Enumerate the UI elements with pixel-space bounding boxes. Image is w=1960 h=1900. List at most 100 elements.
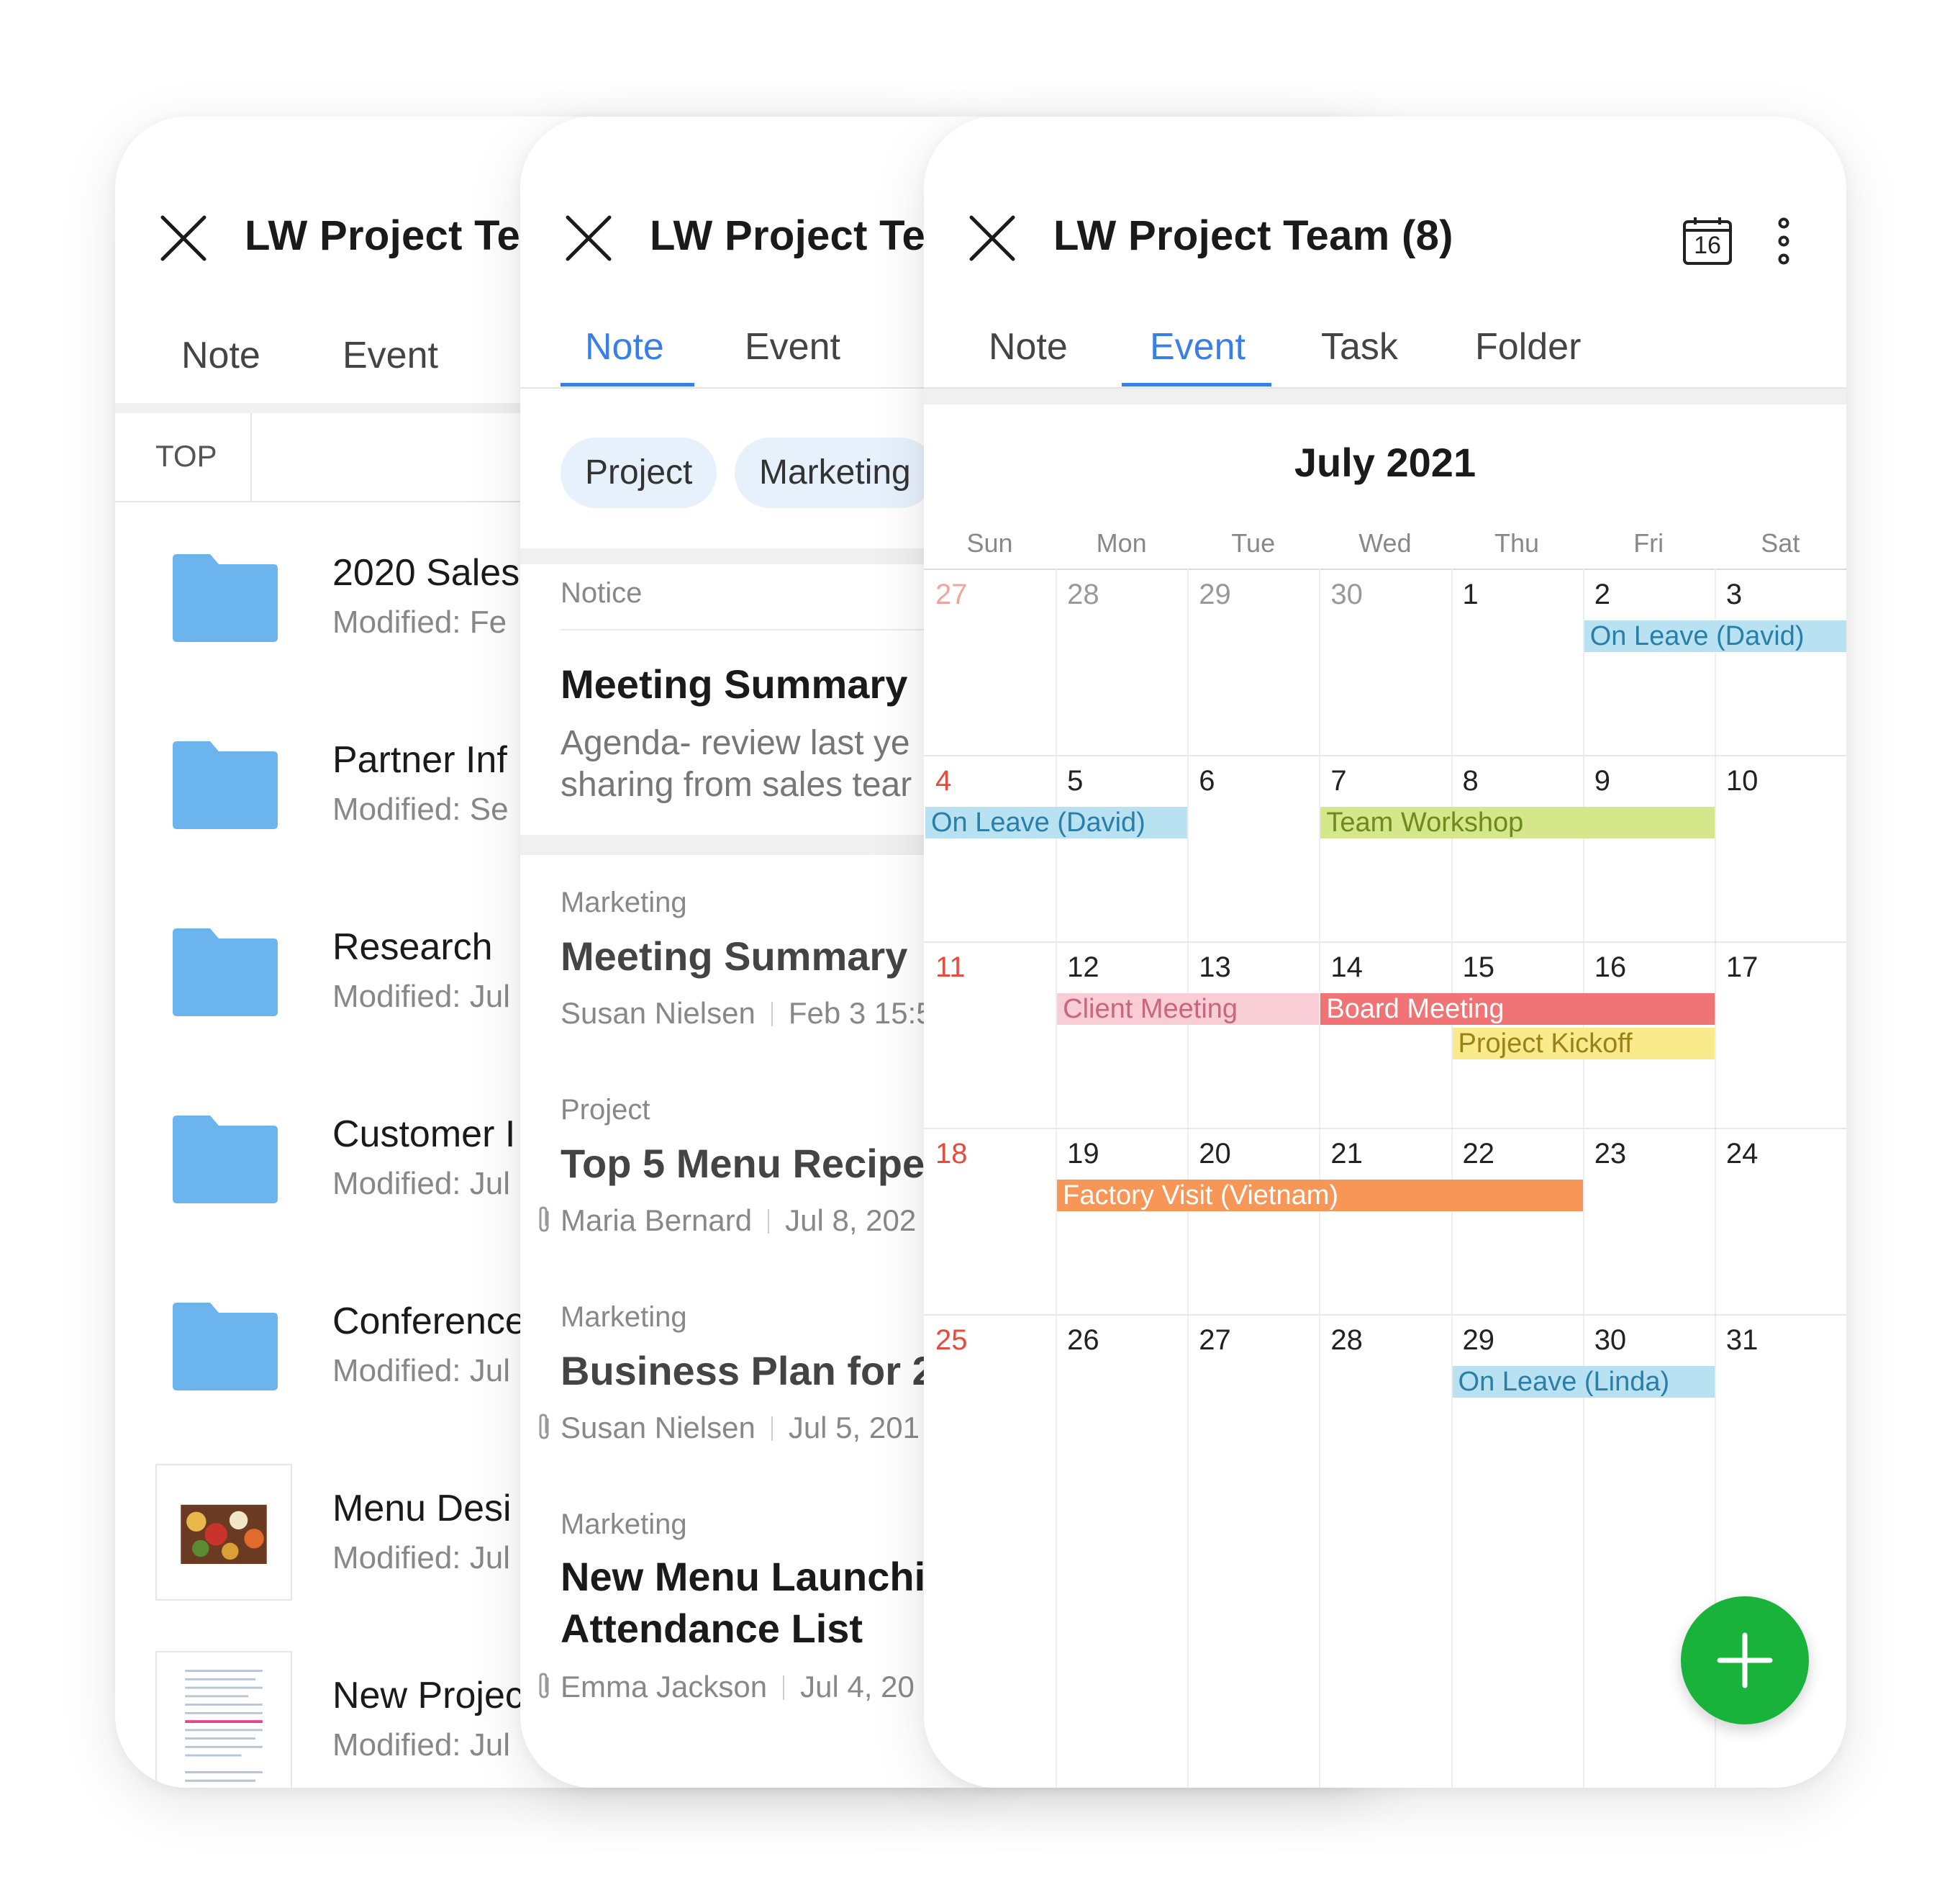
calendar-day[interactable]: 12 — [1067, 951, 1099, 984]
close-icon[interactable] — [967, 213, 1017, 263]
note-category: Marketing — [561, 1301, 687, 1333]
calendar-row-line — [924, 1314, 1846, 1316]
calendar-row-line — [924, 941, 1846, 943]
calendar-day[interactable]: 15 — [1463, 951, 1495, 984]
calendar-day[interactable]: 6 — [1199, 765, 1215, 797]
calendar-day[interactable]: 3 — [1726, 579, 1742, 611]
notice-label: Notice — [561, 577, 643, 609]
note-author: Susan Nielsen — [561, 996, 756, 1030]
item-title: Research — [332, 926, 493, 968]
note-date: Jul 4, 20 — [800, 1670, 915, 1704]
tab-event[interactable]: Event — [745, 325, 840, 368]
paperclip-icon — [535, 1412, 553, 1441]
tab-task[interactable]: Task — [1321, 325, 1398, 368]
item-modified: Modified: Jul — [332, 1540, 511, 1575]
item-title: Partner Inf — [332, 739, 507, 781]
calendar-icon-day: 16 — [1694, 232, 1721, 259]
calendar-day[interactable]: 31 — [1726, 1324, 1759, 1357]
calendar-column-line — [1451, 569, 1453, 1788]
item-modified: Modified: Fe — [332, 605, 507, 640]
document-thumbnail — [155, 1651, 292, 1788]
item-title: Menu Desi — [332, 1488, 512, 1529]
calendar-day[interactable]: 9 — [1594, 765, 1610, 797]
event-bar[interactable]: On Leave (David) — [1584, 620, 1846, 652]
calendar-day[interactable]: 26 — [1067, 1324, 1099, 1357]
weekday-label: Thu — [1494, 528, 1540, 558]
calendar-day[interactable]: 1 — [1463, 579, 1479, 611]
folder-icon — [173, 1303, 278, 1390]
note-preview: sharing from sales tear — [561, 766, 912, 804]
calendar-day[interactable]: 28 — [1330, 1324, 1363, 1357]
active-tab-indicator — [561, 383, 694, 386]
note-author: Emma Jackson — [561, 1670, 768, 1704]
calendar-day[interactable]: 29 — [1199, 579, 1231, 611]
item-title: Customer I — [332, 1113, 516, 1155]
calendar-day[interactable]: 14 — [1330, 951, 1363, 984]
note-title: Attendance List — [561, 1606, 863, 1651]
calendar-column-line — [1056, 569, 1058, 1788]
calendar-day[interactable]: 20 — [1199, 1138, 1231, 1170]
event-bar[interactable]: On Leave (Linda) — [1452, 1366, 1715, 1398]
calendar-day[interactable]: 24 — [1726, 1138, 1759, 1170]
weekday-label: Tue — [1231, 528, 1276, 558]
calendar-day[interactable]: 29 — [1463, 1324, 1495, 1357]
event-bar[interactable]: Project Kickoff — [1452, 1028, 1715, 1059]
calendar-day[interactable]: 11 — [935, 951, 966, 984]
note-date: Jul 8, 202 — [785, 1203, 917, 1237]
weekday-label: Sun — [966, 528, 1013, 558]
calendar-day[interactable]: 8 — [1463, 765, 1479, 797]
tab-note[interactable]: Note — [181, 334, 260, 377]
calendar-day[interactable]: 13 — [1199, 951, 1231, 984]
calendar-day[interactable]: 18 — [935, 1138, 968, 1170]
calendar-day[interactable]: 2 — [1594, 579, 1610, 611]
calendar-day[interactable]: 16 — [1594, 951, 1627, 984]
tab-event[interactable]: Event — [1150, 325, 1246, 368]
event-bar[interactable]: Factory Visit (Vietnam) — [1057, 1180, 1583, 1211]
calendar-icon[interactable]: 16 — [1682, 216, 1733, 266]
weekday-label: Sat — [1761, 528, 1800, 558]
breadcrumb-top: TOP — [155, 439, 217, 473]
calendar-day[interactable]: 25 — [935, 1324, 968, 1357]
add-event-button[interactable] — [1681, 1596, 1809, 1724]
item-title: 2020 Sales — [332, 552, 520, 594]
note-preview: Agenda- review last ye — [561, 724, 910, 762]
filter-chip-marketing[interactable]: Marketing — [735, 438, 935, 508]
event-bar[interactable]: On Leave (David) — [925, 807, 1188, 838]
folder-icon — [173, 1116, 278, 1203]
tab-note[interactable]: Note — [989, 325, 1068, 368]
calendar-day[interactable]: 4 — [935, 765, 951, 797]
page-title: LW Project Team (8) — [1053, 212, 1453, 259]
calendar-day[interactable]: 27 — [935, 579, 968, 611]
tab-note[interactable]: Note — [585, 325, 664, 368]
more-vertical-icon[interactable] — [1773, 217, 1795, 265]
plus-icon — [1717, 1632, 1773, 1688]
calendar-day[interactable]: 10 — [1726, 765, 1759, 797]
calendar-day[interactable]: 5 — [1067, 765, 1083, 797]
item-modified: Modified: Jul — [332, 1727, 511, 1763]
item-modified: Modified: Se — [332, 792, 509, 827]
section-separator — [924, 389, 1846, 404]
calendar-day[interactable]: 17 — [1726, 951, 1759, 984]
breadcrumb[interactable]: TOP — [115, 413, 252, 501]
active-tab-indicator — [1122, 383, 1271, 386]
calendar-day[interactable]: 30 — [1330, 579, 1363, 611]
calendar-day[interactable]: 21 — [1330, 1138, 1363, 1170]
calendar-day[interactable]: 19 — [1067, 1138, 1099, 1170]
event-bar[interactable]: Team Workshop — [1320, 807, 1715, 838]
calendar-day[interactable]: 28 — [1067, 579, 1099, 611]
tab-event[interactable]: Event — [342, 334, 438, 377]
filter-chip-project[interactable]: Project — [561, 438, 717, 508]
tab-folder[interactable]: Folder — [1475, 325, 1581, 368]
event-bar[interactable]: Board Meeting — [1320, 993, 1715, 1025]
calendar-day[interactable]: 30 — [1594, 1324, 1627, 1357]
close-icon[interactable] — [563, 213, 614, 263]
event-bar[interactable]: Client Meeting — [1057, 993, 1320, 1025]
calendar-day[interactable]: 23 — [1594, 1138, 1627, 1170]
calendar-day[interactable]: 22 — [1463, 1138, 1495, 1170]
note-category: Project — [561, 1094, 650, 1126]
calendar-day[interactable]: 27 — [1199, 1324, 1231, 1357]
calendar-day[interactable]: 7 — [1330, 765, 1346, 797]
note-meta: Emma Jackson Jul 4, 20 — [561, 1670, 915, 1704]
close-icon[interactable] — [158, 213, 209, 263]
note-title: Business Plan for 20 — [561, 1348, 957, 1393]
